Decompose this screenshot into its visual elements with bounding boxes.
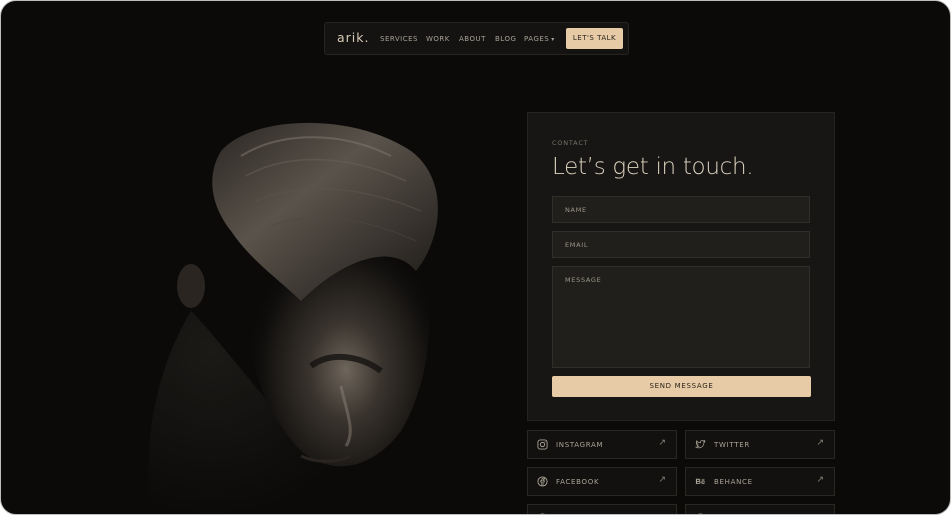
external-arrow-icon: ↗ bbox=[816, 438, 824, 448]
send-message-button[interactable]: SEND MESSAGE bbox=[552, 376, 811, 397]
external-arrow-icon: ↗ bbox=[658, 438, 666, 448]
social-link-partial[interactable] bbox=[527, 504, 677, 514]
chevron-down-icon: ▾ bbox=[551, 36, 555, 43]
social-link-twitter[interactable]: TWITTER ↗ bbox=[685, 430, 835, 459]
twitter-label: TWITTER bbox=[714, 441, 750, 449]
social-link-facebook[interactable]: FACEBOOK ↗ bbox=[527, 467, 677, 496]
social-link-partial[interactable] bbox=[685, 504, 835, 514]
nav-link-pages[interactable]: PAGES ▾ bbox=[524, 35, 555, 43]
email-field[interactable]: EMAIL bbox=[552, 231, 810, 258]
lets-talk-button[interactable]: LET'S TALK bbox=[566, 28, 623, 49]
section-eyebrow: CONTACT bbox=[552, 139, 589, 147]
contact-headline: Let’s get in touch. bbox=[552, 154, 754, 180]
email-placeholder: EMAIL bbox=[565, 241, 589, 249]
instagram-label: INSTAGRAM bbox=[556, 441, 604, 449]
message-field[interactable]: MESSAGE bbox=[552, 266, 810, 368]
site-logo[interactable]: arik. bbox=[337, 30, 369, 45]
social-link-instagram[interactable]: INSTAGRAM ↗ bbox=[527, 430, 677, 459]
browser-frame: arik. SERVICES WORK ABOUT BLOG PAGES ▾ LE… bbox=[0, 0, 951, 515]
name-field[interactable]: NAME bbox=[552, 196, 810, 223]
social-link-behance[interactable]: BEHANCE ↗ bbox=[685, 467, 835, 496]
name-placeholder: NAME bbox=[565, 206, 587, 214]
top-navigation: arik. SERVICES WORK ABOUT BLOG PAGES ▾ LE… bbox=[324, 22, 629, 55]
portrait-image bbox=[148, 122, 438, 514]
message-placeholder: MESSAGE bbox=[565, 276, 602, 284]
behance-label: BEHANCE bbox=[714, 478, 753, 486]
facebook-icon bbox=[537, 476, 548, 487]
nav-link-pages-label: PAGES bbox=[524, 35, 550, 43]
nav-link-blog[interactable]: BLOG bbox=[495, 35, 516, 43]
external-arrow-icon: ↗ bbox=[816, 475, 824, 485]
external-arrow-icon: ↗ bbox=[658, 475, 666, 485]
nav-link-about[interactable]: ABOUT bbox=[459, 35, 486, 43]
nav-link-services[interactable]: SERVICES bbox=[380, 35, 418, 43]
nav-link-work[interactable]: WORK bbox=[426, 35, 450, 43]
behance-icon bbox=[695, 478, 705, 485]
facebook-label: FACEBOOK bbox=[556, 478, 600, 486]
instagram-icon bbox=[537, 439, 548, 450]
contact-card: CONTACT Let’s get in touch. NAME EMAIL M… bbox=[527, 112, 835, 421]
twitter-icon bbox=[695, 439, 706, 449]
